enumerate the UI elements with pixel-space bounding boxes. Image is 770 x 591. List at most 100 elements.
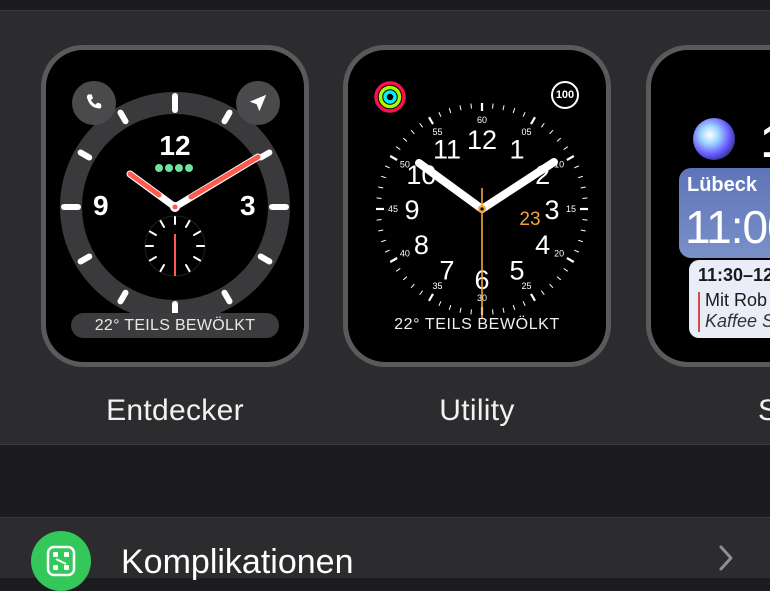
explorer-numeral-9: 9	[93, 190, 109, 221]
utility-tick	[378, 186, 384, 189]
utility-tick	[566, 257, 575, 263]
utility-tick	[512, 108, 516, 114]
utility-tick	[549, 129, 554, 135]
utility-tick	[522, 111, 526, 117]
utility-hour-numeral: 9	[404, 195, 419, 225]
world-clock-city: Lübeck	[687, 174, 758, 196]
date-complication[interactable]: 23	[519, 209, 540, 230]
utility-hour-numeral: 7	[439, 256, 454, 286]
watch-face-utility[interactable]: 600510152025303540455055 121234567891011…	[343, 45, 611, 367]
utility-tick	[438, 111, 442, 117]
utility-tick	[530, 116, 536, 125]
utility-tick	[381, 175, 387, 179]
utility-tick	[492, 309, 494, 315]
utility-tick	[470, 103, 472, 109]
event-time: 11:30–12	[698, 265, 770, 285]
utility-minute-numeral: 45	[388, 204, 398, 214]
activity-rings-icon[interactable]	[373, 80, 407, 114]
watch-face-utility-screen: 600510152025303540455055 121234567891011…	[348, 50, 606, 362]
watch-face-siri-screen: 1 Lübeck 11:00 11:30–12 Mit Rob Kaffee S	[651, 50, 770, 362]
utility-tick	[419, 290, 424, 296]
utility-tick	[577, 175, 583, 179]
face-label-entdecker: Entdecker	[106, 394, 244, 427]
utility-tick	[428, 116, 434, 125]
complications-row[interactable]: Komplikationen	[0, 518, 770, 591]
event-color-bar	[698, 292, 700, 332]
utility-tick	[556, 137, 562, 142]
utility-tick	[438, 301, 442, 307]
complications-icon	[31, 531, 91, 591]
utility-tick	[395, 146, 401, 151]
utility-tick	[376, 197, 382, 199]
utility-tick	[410, 283, 415, 289]
utility-tick	[384, 165, 390, 169]
utility-tick	[574, 249, 580, 253]
explorer-subdial-tick	[159, 264, 165, 273]
utility-tick	[580, 186, 586, 189]
weather-complication[interactable]: 22° TEILS BEWÖLKT	[71, 313, 279, 338]
utility-tick	[389, 155, 398, 161]
event-subtitle: Kaffee S	[705, 311, 770, 331]
utility-tick	[502, 105, 505, 111]
utility-tick	[563, 267, 569, 272]
world-clock-card[interactable]: Lübeck 11:00	[679, 168, 770, 258]
utility-tick	[384, 249, 390, 253]
utility-minute-numeral: 15	[566, 204, 576, 214]
face-label-utility: Utility	[439, 394, 515, 427]
complications-label: Komplikationen	[121, 543, 354, 581]
explorer-subdial-tick	[159, 219, 165, 228]
utility-tick	[582, 197, 588, 199]
utility-tick	[402, 276, 408, 281]
face-label-siri: S	[758, 394, 770, 427]
watch-face-siri[interactable]: 1 Lübeck 11:00 11:30–12 Mit Rob Kaffee S	[646, 45, 770, 367]
utility-tick	[448, 108, 452, 114]
utility-minute-numeral: 60	[477, 115, 487, 125]
explorer-numeral-12: 12	[159, 130, 191, 161]
utility-tick	[381, 239, 387, 243]
utility-hour-numeral: 3	[544, 195, 559, 225]
utility-tick	[580, 229, 586, 232]
badge-100-icon[interactable]: 100	[551, 81, 579, 109]
utility-tick	[549, 283, 554, 289]
utility-tick	[419, 122, 424, 128]
watch-face-entdecker-screen: 12 3 9 22° TEILS BEWÖLKT	[46, 50, 304, 362]
utility-tick	[556, 276, 562, 281]
utility-tick	[574, 165, 580, 169]
watch-face-entdecker[interactable]: 12 3 9 22° TEILS BEWÖLKT	[41, 45, 309, 367]
utility-tick	[563, 146, 569, 151]
utility-hour-numeral: 12	[467, 125, 497, 155]
utility-tick	[376, 219, 382, 221]
explorer-numeral-3: 3	[240, 190, 256, 221]
world-clock-time: 11:00	[685, 201, 770, 253]
weather-complication[interactable]: 22° TEILS BEWÖLKT	[348, 316, 606, 334]
utility-minute-numeral: 40	[400, 249, 410, 259]
watch-face-gallery[interactable]: 12 3 9 22° TEILS BEWÖLKT Entdecker 60 05 1…	[0, 11, 770, 444]
location-arrow-icon[interactable]	[236, 81, 280, 125]
utility-tick	[378, 229, 384, 232]
explorer-subdial-tick	[148, 256, 157, 262]
phone-icon[interactable]	[72, 81, 116, 125]
utility-hour-numeral: 1	[509, 134, 524, 164]
utility-minute-numeral: 20	[554, 249, 564, 259]
utility-tick	[512, 304, 516, 310]
utility-tick	[448, 304, 452, 310]
utility-tick	[540, 290, 545, 296]
utility-tick	[428, 293, 434, 302]
event-title: Mit Rob	[705, 290, 768, 310]
explorer-subdial-tick	[193, 256, 202, 262]
siri-icon[interactable]	[693, 118, 735, 160]
utility-hour-numeral: 11	[433, 134, 461, 164]
utility-tick	[389, 257, 398, 263]
utility-hour-numeral: 5	[509, 256, 524, 286]
utility-tick	[566, 155, 575, 161]
utility-tick	[530, 293, 536, 302]
utility-tick	[402, 137, 408, 142]
utility-tick	[540, 122, 545, 128]
siri-face-time: 1	[761, 114, 770, 168]
utility-tick	[522, 301, 526, 307]
utility-tick	[459, 105, 462, 111]
utility-tick	[395, 267, 401, 272]
calendar-event-card[interactable]: 11:30–12 Mit Rob Kaffee S	[689, 260, 770, 338]
utility-tick	[459, 307, 462, 313]
utility-tick	[582, 219, 588, 221]
